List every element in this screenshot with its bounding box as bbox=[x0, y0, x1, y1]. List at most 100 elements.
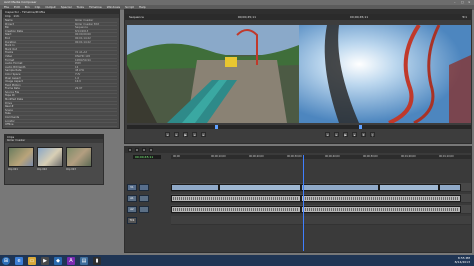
tab-clip[interactable]: Clip bbox=[5, 14, 11, 18]
mark-in-button[interactable]: ◂ bbox=[165, 132, 170, 137]
add-edit-icon[interactable]: | bbox=[370, 132, 375, 137]
close-button[interactable]: × bbox=[468, 0, 472, 4]
maximize-button[interactable]: □ bbox=[461, 0, 465, 4]
step-forward-icon[interactable]: ▸ bbox=[201, 132, 206, 137]
video-clip[interactable] bbox=[171, 184, 219, 191]
clip-label: Clip 001 bbox=[8, 168, 18, 171]
inspector-value bbox=[75, 105, 117, 108]
inspector-key: Take bbox=[5, 112, 11, 116]
bin-clip[interactable]: Clip 003 bbox=[66, 147, 92, 171]
inspector-key: Video bbox=[5, 54, 13, 58]
ruler-label: 00;00;40;00 bbox=[325, 155, 340, 158]
video-clip[interactable] bbox=[439, 184, 461, 191]
record-monitor[interactable] bbox=[299, 25, 471, 123]
audio-clip[interactable] bbox=[171, 195, 301, 202]
start-button-icon[interactable]: ⊞ bbox=[2, 256, 10, 265]
step-back-icon[interactable]: ◂ bbox=[192, 132, 197, 137]
explorer-icon[interactable]: ▤ bbox=[80, 256, 88, 265]
media-player-icon[interactable]: ▶ bbox=[41, 256, 49, 265]
inspector-key: Pixel Aspect bbox=[5, 76, 21, 80]
record-position-indicator[interactable] bbox=[359, 125, 362, 129]
inspector-value bbox=[75, 109, 117, 112]
speaker-icon[interactable] bbox=[139, 206, 149, 213]
inspector-value: 1080i/59.94 bbox=[75, 58, 91, 62]
window-title: Avid Media Composer bbox=[4, 0, 37, 4]
track-select-a2[interactable]: A2 bbox=[127, 206, 137, 213]
browser-icon[interactable]: e bbox=[15, 256, 23, 265]
video-clip[interactable] bbox=[219, 184, 301, 191]
system-clock[interactable]: 8:55 PM 8/14/2013 bbox=[455, 256, 470, 264]
audio-clip[interactable] bbox=[171, 206, 301, 213]
track-select-tc1[interactable]: TC1 bbox=[127, 217, 137, 224]
segment-icon[interactable] bbox=[135, 148, 139, 152]
mark-out-button[interactable]: ▸ bbox=[174, 132, 179, 137]
clip-thumbnail[interactable] bbox=[66, 147, 92, 167]
inspector-key: Sample Rate bbox=[5, 69, 22, 72]
record-position-bar[interactable] bbox=[299, 125, 471, 129]
minimize-button[interactable]: – bbox=[454, 0, 458, 4]
clip-thumbnail[interactable] bbox=[8, 147, 34, 167]
inspector-key: Name bbox=[5, 19, 13, 22]
source-monitor[interactable] bbox=[127, 25, 299, 123]
audio-track-a1[interactable] bbox=[171, 194, 471, 203]
ruler-label: 00;00 bbox=[173, 155, 180, 158]
bin-clip[interactable]: Clip 001 bbox=[8, 147, 34, 171]
inspector-value bbox=[75, 84, 117, 87]
track-header-a1: A1 bbox=[127, 194, 169, 203]
avid-icon[interactable]: A bbox=[67, 256, 75, 265]
splice-in-icon[interactable]: ◂ bbox=[325, 132, 330, 137]
track-select-v1[interactable]: V1 bbox=[127, 184, 137, 191]
inspector-value: V1 A1-A2 bbox=[75, 51, 87, 54]
inspector-key: Audio Bit Depth bbox=[5, 65, 26, 69]
clip-label: Clip 003 bbox=[66, 168, 76, 171]
source-timecode: 00;00;45;11 bbox=[237, 15, 257, 19]
tab-info[interactable]: Info bbox=[14, 14, 20, 18]
window-controls: – □ × bbox=[454, 0, 472, 4]
folder-icon[interactable]: ▭ bbox=[28, 256, 36, 265]
clip-thumbnail[interactable] bbox=[37, 147, 63, 167]
inspector-value: 29.97 bbox=[75, 87, 83, 90]
source-position-indicator[interactable] bbox=[215, 125, 218, 129]
source-position-bar[interactable] bbox=[127, 125, 299, 129]
video-track-v1[interactable] bbox=[171, 183, 471, 192]
ruler-label: 00;01;00;00 bbox=[401, 155, 416, 158]
video-clip[interactable] bbox=[301, 184, 379, 191]
source-label: Sequence bbox=[129, 15, 144, 19]
audio-track-a2[interactable] bbox=[171, 205, 471, 214]
inspector-row[interactable]: Offline bbox=[5, 123, 117, 127]
inspector-value: 00;00;00;00 bbox=[75, 33, 91, 36]
lift-icon[interactable]: ▴ bbox=[352, 132, 357, 137]
overwrite-icon[interactable]: ▸ bbox=[334, 132, 339, 137]
track-monitor-icon[interactable] bbox=[139, 184, 149, 191]
timecode-track[interactable] bbox=[171, 216, 471, 225]
video-clip[interactable] bbox=[379, 184, 439, 191]
track-header-a2: A2 bbox=[127, 205, 169, 214]
audio-clip[interactable] bbox=[301, 195, 461, 202]
app-icon[interactable]: ◆ bbox=[54, 256, 62, 265]
ruler-label: 00;01;10;00 bbox=[439, 155, 454, 158]
terminal-icon[interactable]: ▮ bbox=[93, 256, 101, 265]
audio-clip[interactable] bbox=[301, 206, 461, 213]
inspector-value: Sequence bbox=[75, 26, 88, 29]
timeline-ruler[interactable]: 00;00 00;00;10;00 00;00;20;00 00;00;30;0… bbox=[171, 155, 471, 159]
play-icon[interactable]: ▶ bbox=[343, 132, 348, 137]
coaster-track-frame bbox=[127, 25, 299, 123]
clip-label: Clip 002 bbox=[37, 168, 47, 171]
inspector-key: Offline bbox=[5, 123, 14, 126]
trim-icon[interactable] bbox=[128, 148, 132, 152]
sky-coaster-frame bbox=[299, 25, 471, 123]
inspector-key: Frame Rate bbox=[5, 87, 20, 90]
track-select-a1[interactable]: A1 bbox=[127, 195, 137, 202]
composer-window: Sequence 00;00;45;11 00;00;45;11 Tc1 ◂ ▸… bbox=[124, 9, 472, 144]
bin-clip[interactable]: Clip 002 bbox=[37, 147, 63, 171]
inspector-value bbox=[75, 120, 117, 123]
timeline-playhead[interactable] bbox=[303, 155, 304, 251]
play-icon[interactable]: ▶ bbox=[183, 132, 188, 137]
extract-icon[interactable]: ▾ bbox=[361, 132, 366, 137]
speaker-icon[interactable] bbox=[139, 195, 149, 202]
zoom-icon[interactable] bbox=[149, 148, 153, 152]
inspector-panel: Inspector - Timeline/Profile Clip Info N… bbox=[2, 9, 120, 129]
inspector-key: Audio Format bbox=[5, 62, 23, 65]
lift-overwrite-icon[interactable] bbox=[142, 148, 146, 152]
ruler-label: 00;00;10;00 bbox=[211, 155, 226, 158]
